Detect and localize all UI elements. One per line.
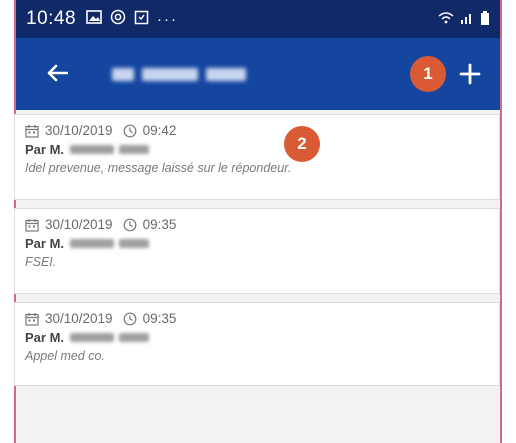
empty-list-area <box>30 398 500 443</box>
page-title <box>112 68 246 81</box>
status-time: 10:48 <box>26 8 77 29</box>
entry-datetime: 30/10/2019 09:35 <box>25 217 489 232</box>
calendar-icon <box>25 124 39 138</box>
author-prefix: Par M. <box>25 330 65 345</box>
author-name-redacted <box>70 145 150 154</box>
entry-note: Idel prevenue, message laissé sur le rép… <box>25 161 292 175</box>
annotation-badge-1: 1 <box>410 56 446 92</box>
list-item[interactable]: 30/10/2019 09:35 Par M. Appel med co. <box>14 302 500 386</box>
entry-date: 30/10/2019 <box>45 311 113 326</box>
clock-icon <box>123 312 137 326</box>
signal-icon <box>460 11 474 27</box>
arrow-left-icon <box>46 64 69 87</box>
back-button[interactable] <box>40 58 74 92</box>
entry-author: Par M. <box>25 330 489 345</box>
status-bar: 10:48 ··· <box>16 0 500 38</box>
list-item[interactable]: 30/10/2019 09:35 Par M. FSEI. <box>14 208 500 294</box>
entry-time: 09:35 <box>142 311 177 326</box>
annotation-badge-2: 2 <box>284 126 320 162</box>
wifi-icon <box>438 11 454 27</box>
entry-time: 09:42 <box>142 123 177 138</box>
notification-icon <box>134 10 149 29</box>
entry-note: Appel med co. <box>25 349 105 363</box>
at-icon <box>110 9 126 29</box>
status-icons-left: ··· <box>86 9 178 29</box>
entry-date: 30/10/2019 <box>45 123 113 138</box>
plus-icon <box>459 63 481 90</box>
battery-icon <box>480 10 490 28</box>
calendar-icon <box>25 218 39 232</box>
add-button[interactable] <box>452 58 488 94</box>
calendar-icon <box>25 312 39 326</box>
clock-icon <box>123 124 137 138</box>
entry-datetime: 30/10/2019 09:42 <box>25 123 489 138</box>
more-dots-icon: ··· <box>157 10 179 28</box>
author-name-redacted <box>70 239 150 248</box>
entry-time: 09:35 <box>142 217 177 232</box>
status-icons-right <box>438 10 490 28</box>
author-prefix: Par M. <box>25 142 65 157</box>
entry-note: FSEI. <box>25 255 57 269</box>
list-item[interactable]: 30/10/2019 09:42 Par M. Idel prevenue, m… <box>14 114 500 200</box>
entry-author: Par M. <box>25 142 489 157</box>
clock-icon <box>123 218 137 232</box>
entry-author: Par M. <box>25 236 489 251</box>
entry-date: 30/10/2019 <box>45 217 113 232</box>
entry-datetime: 30/10/2019 09:35 <box>25 311 489 326</box>
author-name-redacted <box>70 333 150 342</box>
author-prefix: Par M. <box>25 236 65 251</box>
image-icon <box>86 10 102 28</box>
